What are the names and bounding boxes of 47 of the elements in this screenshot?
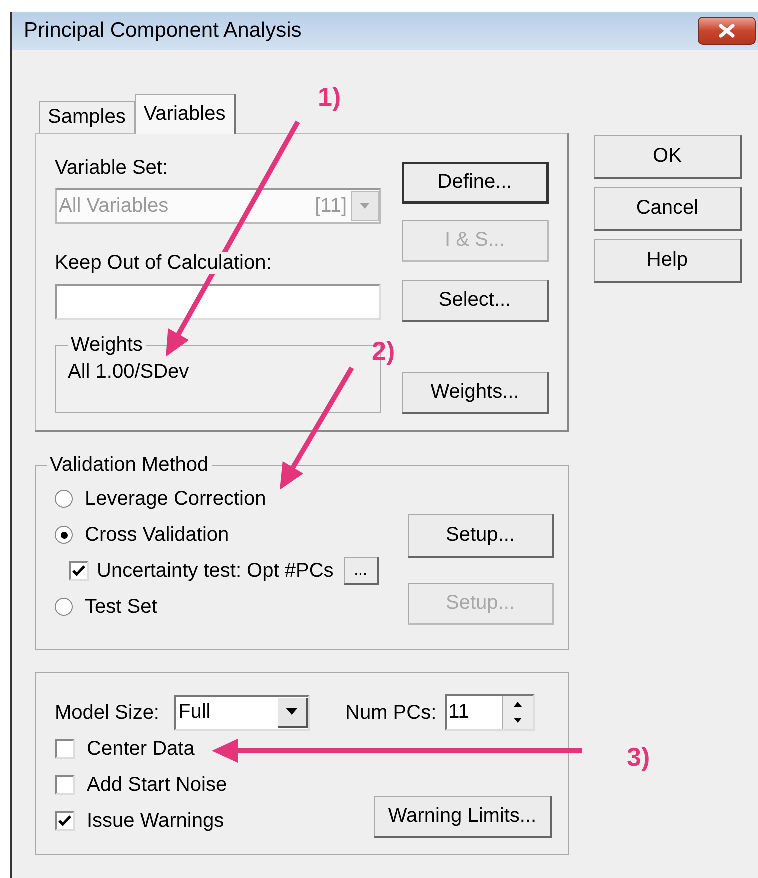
dialog-button[interactable]: Define... [402,162,549,204]
checkbox[interactable] [69,561,89,581]
checkbox-label: Uncertainty test: Opt #PCs [97,560,334,582]
dialog-button[interactable]: Select... [402,280,549,322]
more-button[interactable]: ... [344,557,379,585]
checkbox-label: Issue Warnings [87,810,224,832]
down-arrow-icon[interactable] [514,718,522,724]
tab[interactable]: Variables [134,94,236,134]
annotation-label: 1) [318,82,342,112]
field-label: Num PCs: [346,702,437,724]
checkbox[interactable] [55,811,75,831]
field-label: Model Size: [55,702,160,724]
radio-label: Leverage Correction [85,488,266,510]
radio-button[interactable] [55,490,73,508]
checkbox[interactable] [55,775,75,795]
setup-button[interactable]: Setup... [408,514,554,558]
radio-label: Cross Validation [85,524,230,546]
close-button[interactable] [698,17,756,45]
tab[interactable]: Samples [39,101,135,133]
warning-limits-button[interactable]: Warning Limits... [374,796,552,838]
weights-value: All 1.00/SDev [68,361,190,384]
window-title: Principal Component Analysis [24,19,302,43]
radio-label: Test Set [85,596,158,618]
dialog-button[interactable]: OK [594,135,742,179]
annotation-label: 2) [372,336,396,366]
caret-down-icon [286,708,298,715]
checkbox-label: Add Start Noise [87,774,228,796]
caret-down-icon [360,203,370,209]
close-icon [717,24,737,38]
num-pcs-spinner[interactable]: 11 [444,694,535,731]
annotation-label: 3) [627,742,650,772]
check-icon [72,565,86,577]
dialog-button[interactable]: Weights... [402,372,549,414]
radio-button[interactable] [55,526,73,544]
checkbox-label: Center Data [87,738,195,760]
up-arrow-icon[interactable] [514,702,522,707]
model-size-dropdown[interactable]: Full [174,694,310,730]
input-field[interactable] [55,284,381,320]
dialog-button[interactable]: Help [594,239,742,283]
field-label: Variable Set: [55,157,170,179]
dialog-button[interactable]: Cancel [594,187,742,231]
group-title: Weights [70,334,144,357]
group-title: Validation Method [49,454,210,477]
field-label: Keep Out of Calculation: [55,252,272,274]
checkbox[interactable] [55,739,75,759]
check-icon [58,815,72,827]
radio-button[interactable] [55,598,73,616]
